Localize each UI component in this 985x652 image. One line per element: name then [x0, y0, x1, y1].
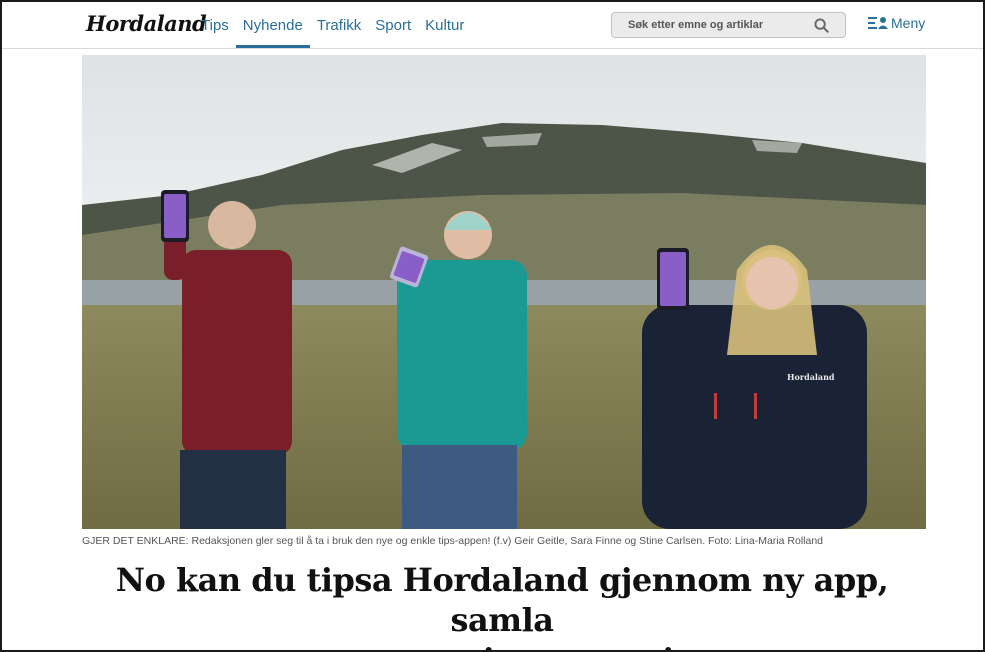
search-box	[611, 12, 846, 38]
menu-user-icon	[868, 17, 888, 29]
menu-label: Meny	[891, 15, 926, 31]
article-hero-image: Hordaland	[82, 55, 926, 529]
site-header: Hordaland Tips Nyhende Trafikk Sport Kul…	[2, 2, 983, 49]
article-headline[interactable]: No kan du tipsa Hordaland gjennom ny app…	[62, 560, 942, 650]
headline-line-1: No kan du tipsa Hordaland gjennom ny app…	[115, 561, 889, 639]
nav-trafikk[interactable]: Trafikk	[310, 2, 368, 46]
nav-sport[interactable]: Sport	[368, 2, 418, 46]
hero-photo: Hordaland	[82, 55, 926, 529]
jacket-logo: Hordaland	[787, 372, 835, 382]
site-logo[interactable]: Hordaland	[86, 11, 207, 36]
browser-frame: Hordaland Tips Nyhende Trafikk Sport Kul…	[0, 0, 985, 652]
nav-tips[interactable]: Tips	[194, 2, 236, 46]
nav-kultur[interactable]: Kultur	[418, 2, 471, 46]
nav-nyhende[interactable]: Nyhende	[235, 2, 310, 48]
menu-button[interactable]: Meny	[868, 15, 925, 31]
headline-line-2: poeng og vinna premiar	[293, 641, 711, 650]
search-input[interactable]	[612, 13, 823, 37]
image-caption: GJER DET ENKLARE: Redaksjonen gler seg t…	[82, 535, 823, 547]
main-nav: Tips Nyhende Trafikk Sport Kultur	[194, 2, 471, 48]
search-icon[interactable]	[814, 18, 829, 33]
